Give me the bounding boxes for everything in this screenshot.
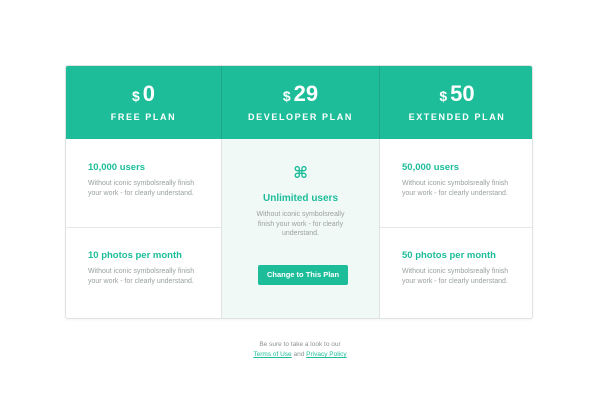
feature-item: 50,000 users Without iconic symbolsreall…	[380, 162, 532, 198]
currency-symbol: $	[131, 88, 140, 104]
feature-title: 10 photos per month	[88, 250, 182, 261]
plan-name: DEVELOPER PLAN	[248, 112, 353, 122]
plan-header-free: $0 FREE PLAN	[66, 66, 221, 139]
price-amount: 29	[293, 81, 319, 106]
feature-item: 10,000 users Without iconic symbolsreall…	[66, 162, 221, 198]
currency-symbol: $	[282, 88, 291, 104]
plan-price: $0	[66, 81, 221, 107]
plan-column-developer: $29 DEVELOPER PLAN ⌘ Unlimited users Wit…	[221, 66, 380, 318]
footer-links: Terms of Use and Privacy Policy	[0, 350, 600, 360]
feature-description: Without iconic symbolsreally finish your…	[256, 211, 345, 237]
change-plan-button[interactable]: Change to This Plan	[258, 265, 348, 285]
feature-description: Without iconic symbolsreally finish your…	[402, 180, 509, 197]
plan-header-extended: $50 EXTENDED PLAN	[380, 66, 532, 139]
plan-column-free: $0 FREE PLAN 10,000 users Without iconic…	[66, 66, 221, 318]
pricing-table: $0 FREE PLAN 10,000 users Without iconic…	[65, 65, 533, 319]
feature-item: 10 photos per month Without iconic symbo…	[66, 250, 221, 286]
feature-title: 50,000 users	[402, 162, 460, 173]
feature-title: 10,000 users	[88, 162, 146, 173]
row-divider	[380, 227, 532, 228]
terms-of-use-link[interactable]: Terms of Use	[253, 351, 291, 358]
feature-description: Without iconic symbolsreally finish your…	[402, 268, 509, 285]
currency-symbol: $	[439, 88, 448, 104]
footer-and: and	[293, 351, 305, 358]
footer-note: Be sure to take a look to our Terms of U…	[0, 340, 600, 360]
price-amount: 50	[450, 81, 475, 106]
feature-title: Unlimited users	[262, 193, 339, 204]
command-icon: ⌘	[293, 165, 308, 182]
plan-name: EXTENDED PLAN	[408, 112, 506, 122]
plan-name: FREE PLAN	[110, 112, 177, 122]
plan-column-extended: $50 EXTENDED PLAN 50,000 users Without i…	[380, 66, 532, 318]
plan-price: $50	[380, 81, 532, 107]
price-amount: 0	[142, 81, 156, 106]
row-divider	[66, 227, 221, 228]
feature-description: Without iconic symbolsreally finish your…	[88, 180, 195, 197]
plan-price: $29	[222, 81, 379, 107]
feature-item: ⌘ Unlimited users Without iconic symbols…	[222, 164, 379, 239]
feature-title: 50 photos per month	[402, 250, 496, 261]
privacy-policy-link[interactable]: Privacy Policy	[306, 351, 346, 358]
feature-item: 50 photos per month Without iconic symbo…	[380, 250, 532, 286]
plan-header-developer: $29 DEVELOPER PLAN	[221, 66, 380, 139]
footer-text: Be sure to take a look to our	[259, 341, 341, 348]
feature-description: Without iconic symbolsreally finish your…	[88, 268, 195, 285]
